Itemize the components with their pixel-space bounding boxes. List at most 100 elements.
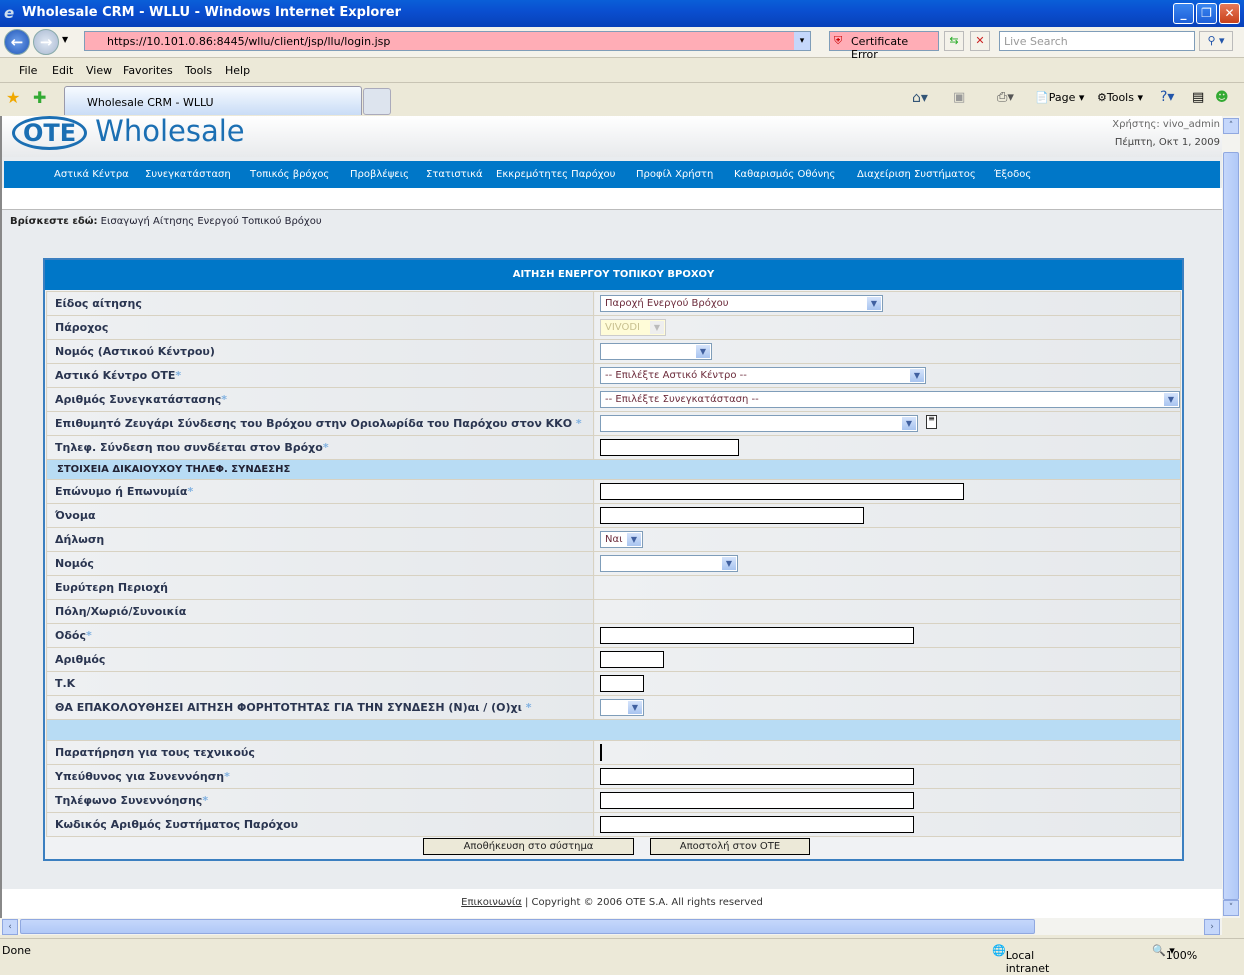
nav-urban-centers[interactable]: Αστικά Κέντρα bbox=[54, 169, 129, 180]
nav-clear-screen[interactable]: Καθαρισμός Οθόνης bbox=[734, 169, 835, 180]
contact-link[interactable]: Επικοινωνία bbox=[461, 897, 522, 908]
nav-statistics[interactable]: Στατιστικά bbox=[426, 169, 483, 180]
field-label: Αριθμός Συνεγκατάστασης* bbox=[46, 387, 594, 412]
form-row: Νομός ▼ bbox=[46, 551, 1181, 576]
menu-view[interactable]: View bbox=[86, 64, 112, 77]
history-dropdown-icon[interactable]: ▼ bbox=[62, 35, 68, 44]
nav-forecasts[interactable]: Προβλέψεις bbox=[350, 169, 409, 180]
text-input[interactable] bbox=[600, 816, 914, 833]
scroll-left-icon[interactable]: ‹ bbox=[2, 919, 18, 935]
select-dropdown[interactable]: Ναι ▼ bbox=[600, 531, 643, 548]
send-to-ote-button[interactable]: Αποστολή στον ΟΤΕ bbox=[650, 838, 810, 855]
text-input[interactable] bbox=[600, 744, 602, 761]
chevron-down-icon[interactable]: ▼ bbox=[910, 369, 924, 382]
select-dropdown: VIVODI ▼ bbox=[600, 319, 666, 336]
text-input[interactable] bbox=[600, 483, 964, 500]
menu-tools[interactable]: Tools bbox=[185, 64, 212, 77]
text-input[interactable] bbox=[600, 792, 914, 809]
nav-user-profile[interactable]: Προφίλ Χρήστη bbox=[636, 169, 713, 180]
chevron-down-icon[interactable]: ▼ bbox=[902, 417, 916, 430]
field-value-cell bbox=[593, 647, 1181, 672]
field-label: Οδός* bbox=[46, 623, 594, 648]
zoom-control[interactable]: 🔍 100% ▾ bbox=[1152, 944, 1197, 962]
save-button[interactable]: Αποθήκευση στο σύστημα bbox=[423, 838, 634, 855]
home-icon[interactable]: ⌂▾ bbox=[912, 90, 928, 106]
nav-local-loop[interactable]: Τοπικός βρόχος bbox=[250, 169, 329, 180]
chevron-down-icon[interactable]: ▼ bbox=[627, 533, 641, 546]
menu-file[interactable]: File bbox=[19, 64, 37, 77]
menu-favorites[interactable]: Favorites bbox=[123, 64, 173, 77]
vertical-scroll-thumb[interactable] bbox=[1223, 152, 1239, 900]
certificate-error-button[interactable]: ⛨ Certificate Error bbox=[829, 31, 939, 61]
user-name: Χρήστης: vivo_admin bbox=[1112, 119, 1220, 130]
print-icon[interactable]: ⎙▾ bbox=[997, 90, 1014, 105]
page-menu[interactable]: 📄Page ▾ bbox=[1035, 91, 1084, 104]
select-dropdown[interactable]: ▼ bbox=[600, 415, 918, 432]
restore-button[interactable]: ❐ bbox=[1196, 3, 1217, 24]
field-label-text: Αστικό Κέντρο ΟΤΕ bbox=[55, 369, 176, 382]
horizontal-scrollbar[interactable]: ‹ › bbox=[0, 918, 1222, 935]
chevron-down-icon[interactable]: ▼ bbox=[696, 345, 710, 358]
cert-error-label: Certificate Error bbox=[851, 35, 909, 61]
required-marker: * bbox=[525, 701, 532, 714]
chevron-down-icon[interactable]: ▼ bbox=[628, 701, 642, 714]
menu-help[interactable]: Help bbox=[225, 64, 250, 77]
form-row: Αριθμός bbox=[46, 647, 1181, 672]
search-input[interactable]: Live Search bbox=[999, 31, 1195, 51]
chevron-down-icon[interactable]: ▼ bbox=[1164, 393, 1178, 406]
text-input[interactable] bbox=[600, 627, 914, 644]
menu-edit[interactable]: Edit bbox=[52, 64, 73, 77]
footer: Επικοινωνία | Copyright © 2006 OTE S.A. … bbox=[2, 889, 1222, 918]
nav-system-admin[interactable]: Διαχείριση Συστήματος bbox=[857, 169, 976, 180]
chevron-down-icon[interactable]: ▼ bbox=[650, 321, 664, 334]
text-input[interactable] bbox=[600, 507, 864, 524]
search-icon[interactable]: ⚲ ▾ bbox=[1199, 31, 1233, 51]
section-row bbox=[46, 719, 1181, 741]
select-dropdown[interactable]: ▼ bbox=[600, 699, 644, 716]
favorites-star-icon[interactable]: ★ bbox=[6, 88, 20, 107]
tools-menu[interactable]: ⚙Tools ▾ bbox=[1097, 91, 1143, 104]
chevron-down-icon[interactable]: ▼ bbox=[867, 297, 881, 310]
add-favorite-icon[interactable]: ✚ bbox=[33, 88, 46, 107]
nav-colocation[interactable]: Συνεγκατάσταση bbox=[145, 169, 231, 180]
select-dropdown[interactable]: ▼ bbox=[600, 343, 712, 360]
refresh-icon[interactable]: ⇆ bbox=[944, 31, 964, 51]
copyright: Copyright © 2006 OTE S.A. All rights res… bbox=[531, 897, 763, 908]
text-input[interactable] bbox=[600, 439, 739, 456]
text-input[interactable] bbox=[600, 651, 664, 668]
scroll-right-icon[interactable]: › bbox=[1204, 919, 1220, 935]
url-dropdown-icon[interactable]: ▾ bbox=[794, 32, 810, 50]
field-value-cell: Ναι ▼ bbox=[593, 527, 1181, 552]
new-tab-button[interactable] bbox=[363, 88, 391, 115]
chevron-down-icon[interactable]: ▼ bbox=[722, 557, 736, 570]
scroll-down-icon[interactable]: ˅ bbox=[1223, 900, 1239, 916]
select-dropdown[interactable]: Παροχή Ενεργού Βρόχου ▼ bbox=[600, 295, 883, 312]
logo-text: Wholesale bbox=[95, 116, 245, 148]
field-label-text: Παρατήρηση για τους τεχνικούς bbox=[55, 746, 255, 759]
text-input[interactable] bbox=[600, 768, 914, 785]
notepad-icon[interactable]: ≡ bbox=[926, 415, 937, 429]
close-button[interactable]: ✕ bbox=[1219, 3, 1240, 24]
minimize-button[interactable]: _ bbox=[1173, 3, 1194, 24]
section-title: ΣΤΟΙΧΕΙΑ ΔΙΚΑΙΟΥΧΟΥ ΤΗΛΕΦ. ΣΥΝΔΕΣΗΣ bbox=[46, 459, 1181, 480]
select-dropdown[interactable]: ▼ bbox=[600, 555, 738, 572]
tab-active[interactable]: Wholesale CRM - WLLU bbox=[64, 86, 362, 115]
research-icon[interactable]: ▤ bbox=[1192, 90, 1204, 105]
select-dropdown[interactable]: -- Επιλέξτε Συνεγκατάσταση -- ▼ bbox=[600, 391, 1180, 408]
scroll-up-icon[interactable]: ˄ bbox=[1223, 118, 1239, 134]
messenger-icon[interactable]: ☻ bbox=[1215, 90, 1229, 105]
horizontal-scroll-thumb[interactable] bbox=[20, 919, 1035, 934]
back-button[interactable]: ← bbox=[4, 29, 30, 55]
text-input[interactable] bbox=[600, 675, 644, 692]
stop-icon[interactable]: ✕ bbox=[970, 31, 990, 51]
field-value-cell: -- Επιλέξτε Συνεγκατάσταση -- ▼ bbox=[593, 387, 1181, 412]
vertical-scrollbar[interactable]: ˄ ˅ bbox=[1222, 116, 1240, 918]
field-label: Τ.Κ bbox=[46, 671, 594, 696]
nav-provider-pending[interactable]: Εκκρεμότητες Παρόχου bbox=[496, 169, 615, 180]
nav-exit[interactable]: Έξοδος bbox=[994, 169, 1031, 180]
forward-button[interactable]: → bbox=[33, 29, 59, 55]
url-field[interactable]: https://10.101.0.86:8445/wllu/client/jsp… bbox=[84, 31, 811, 51]
select-dropdown[interactable]: -- Επιλέξτε Αστικό Κέντρο -- ▼ bbox=[600, 367, 926, 384]
help-icon[interactable]: ?▾ bbox=[1160, 89, 1174, 105]
feeds-icon[interactable]: ▣ bbox=[953, 90, 965, 105]
